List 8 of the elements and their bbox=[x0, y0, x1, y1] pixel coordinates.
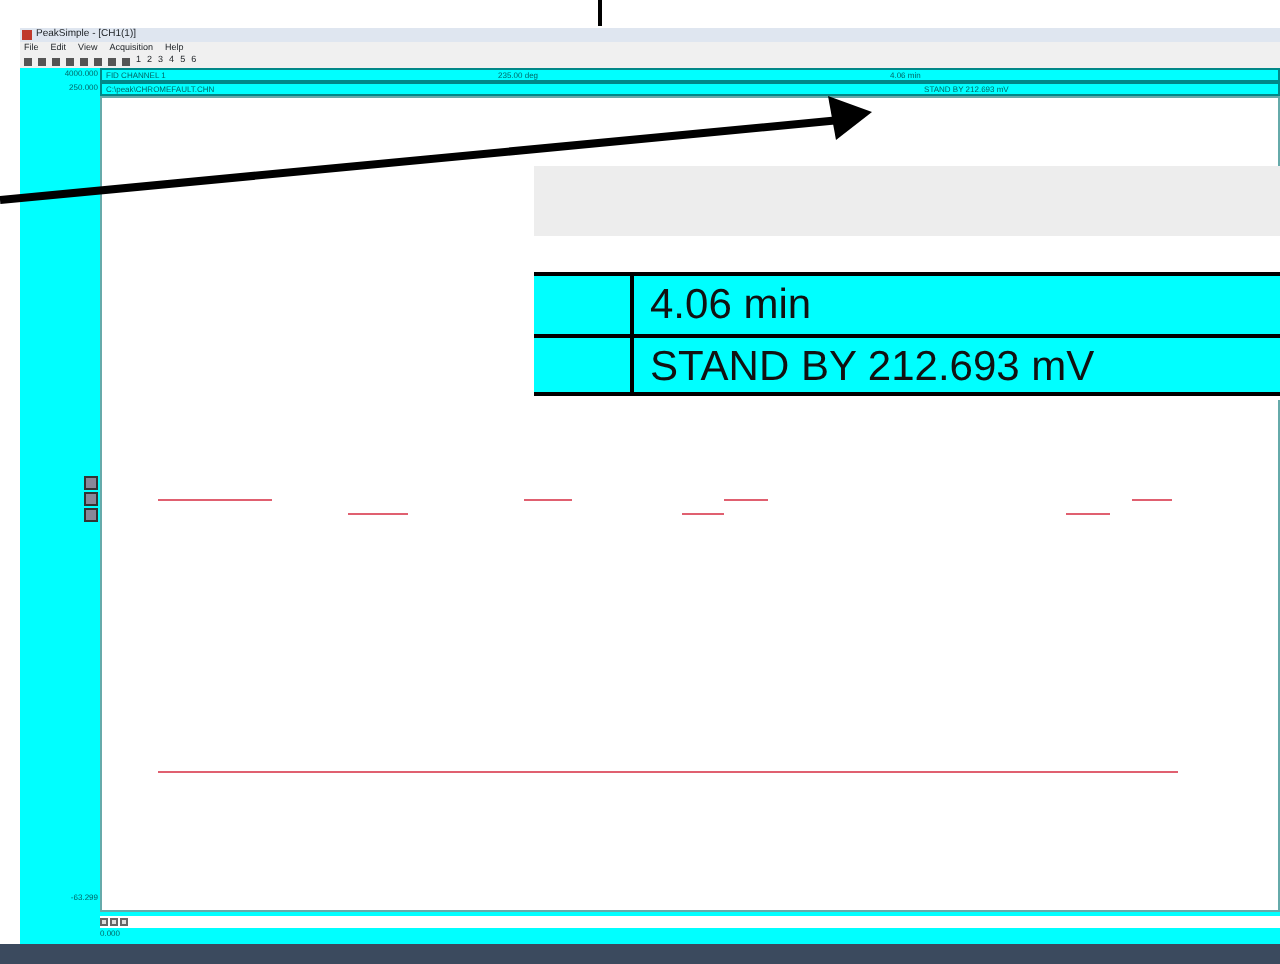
inset-text: STAND BY 212.693 mV bbox=[648, 342, 1097, 392]
app-icon bbox=[22, 30, 32, 40]
scroll-bar[interactable] bbox=[100, 916, 1280, 928]
zoom-in-icon[interactable] bbox=[84, 475, 98, 489]
zoom-out-icon[interactable] bbox=[84, 507, 98, 521]
inset-text: 4.06 min bbox=[648, 280, 814, 332]
annotation-line bbox=[598, 0, 604, 26]
zoom-reset-icon[interactable] bbox=[84, 491, 98, 505]
